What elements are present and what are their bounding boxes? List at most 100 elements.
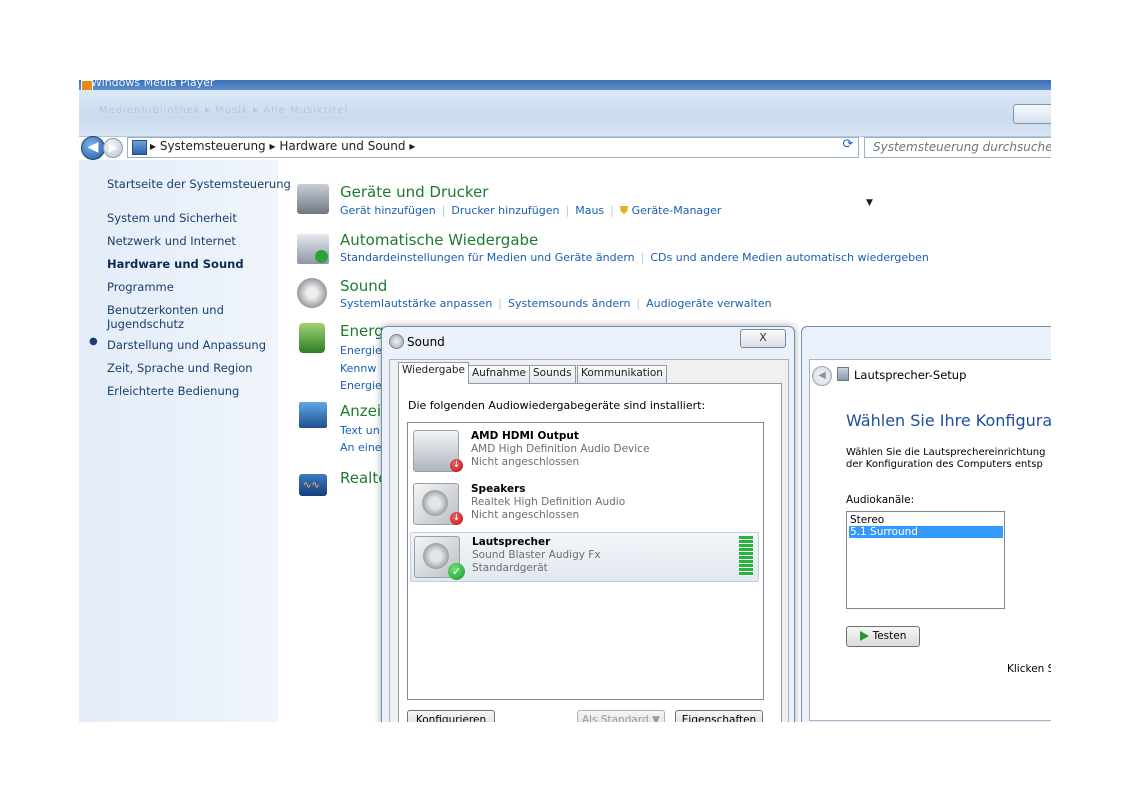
sidebar-item-accounts-2[interactable]: Jugendschutz (107, 317, 184, 331)
forward-button[interactable]: ▶ (103, 138, 123, 158)
sidebar-item-appearance[interactable]: Darstellung und Anpassung (107, 338, 266, 352)
blurred-nav: Medienbibliothek ▸ Musik ▸ Alle Musiktit… (99, 105, 349, 116)
panel-heading: Die folgenden Audiowiedergabegeräte sind… (408, 399, 706, 412)
test-button[interactable]: Testen (846, 626, 920, 647)
link-add-printer[interactable]: Drucker hinzufügen (451, 204, 559, 217)
link-mouse[interactable]: Maus (575, 204, 604, 217)
printer-icon (297, 184, 329, 214)
link-add-device[interactable]: Gerät hinzufügen (340, 204, 436, 217)
dialog-body: Wiedergabe Aufnahme Sounds Kommunikation… (389, 359, 789, 722)
volume-meter (739, 536, 753, 576)
back-button[interactable]: ◀ (81, 136, 105, 160)
speaker-setup-window: ◀ Lautsprecher-Setup Wählen Sie Ihre Kon… (801, 326, 1051, 722)
link-volume[interactable]: Systemlautstärke anpassen (340, 297, 492, 310)
dialog-title: Sound (407, 335, 445, 349)
tab-communication[interactable]: Kommunikation (577, 365, 667, 383)
link-energy-2[interactable]: Energie (340, 379, 382, 392)
link-connect[interactable]: An eine (340, 441, 382, 454)
category-devices-links: Gerät hinzufügen | Drucker hinzufügen | Maus… (340, 204, 722, 217)
link-energy-1[interactable]: Energie (340, 344, 382, 357)
instruction-text: Klicken S (1007, 663, 1051, 675)
device-desc: Sound Blaster Audigy Fx (472, 549, 601, 561)
category-autoplay-title[interactable]: Automatische Wiedergabe (340, 231, 538, 249)
device-list[interactable]: ↓ AMD HDMI Output AMD High Definition Au… (407, 422, 764, 700)
sidebar-item-region[interactable]: Zeit, Sprache und Region (107, 361, 253, 375)
search-input[interactable] (871, 139, 1051, 155)
speaker-icon: ✓ (414, 536, 465, 580)
control-panel-window: Windows Media Player Medienbibliothek ▸ … (79, 80, 1051, 722)
list-item[interactable]: ↓ Speakers Realtek High Definition Audio… (410, 480, 757, 528)
checkmark-icon: ✓ (448, 563, 465, 580)
tab-playback[interactable]: Wiedergabe (398, 362, 470, 384)
active-bullet-icon: ● (89, 336, 98, 347)
play-icon (859, 631, 869, 641)
setup-title: Lautsprecher-Setup (854, 368, 967, 382)
link-system-sounds[interactable]: Systemsounds ändern (508, 297, 630, 310)
device-desc: AMD High Definition Audio Device (471, 443, 650, 455)
device-status: Standardgerät (472, 562, 548, 574)
sidebar-item-system[interactable]: System und Sicherheit (107, 211, 237, 225)
speaker-icon: ↓ (413, 483, 463, 525)
sidebar-item-accessibility[interactable]: Erleichterte Bedienung (107, 384, 239, 398)
tab-recording[interactable]: Aufnahme (468, 365, 530, 383)
category-energy-title[interactable]: Energ (340, 322, 384, 340)
link-media-defaults[interactable]: Standardeinstellungen für Medien und Ger… (340, 251, 635, 264)
properties-button[interactable]: Eigenschaften (675, 710, 763, 722)
sidebar-item-programs[interactable]: Programme (107, 280, 174, 294)
refresh-icon[interactable]: ⟳ (839, 137, 857, 156)
category-display-title[interactable]: Anzei (340, 402, 381, 420)
sidebar-home-link[interactable]: Startseite der Systemsteuerung (107, 177, 291, 191)
device-name: AMD HDMI Output (471, 430, 579, 442)
wmp-titlebar: Windows Media Player (79, 80, 1051, 91)
setup-description: Wählen Sie die Lautsprechereinrichtung (846, 447, 1046, 458)
battery-icon (299, 323, 325, 353)
list-item-selected[interactable]: ✓ Lautsprecher Sound Blaster Audigy Fx S… (410, 532, 759, 582)
category-sound-title[interactable]: Sound (340, 277, 387, 295)
link-text[interactable]: Text un (340, 424, 380, 437)
link-cd-autoplay[interactable]: CDs und andere Medien automatisch wieder… (650, 251, 929, 264)
link-password[interactable]: Kennw (340, 362, 376, 375)
forward-arrow-icon: ▶ (108, 141, 118, 154)
channel-list[interactable]: Stereo 5.1 Surround (846, 511, 1005, 609)
sound-dialog: Sound X Wiedergabe Aufnahme Sounds Kommu… (381, 326, 795, 722)
address-bar[interactable]: ▸ Systemsteuerung ▸ Hardware und Sound ▸… (127, 137, 873, 208)
link-audio-devices[interactable]: Audiogeräte verwalten (646, 297, 772, 310)
autoplay-icon (297, 234, 329, 264)
channel-stereo[interactable]: Stereo (849, 514, 1003, 526)
close-button[interactable]: X (740, 329, 786, 348)
sidebar-item-accounts[interactable]: Benutzerkonten und (107, 303, 224, 317)
tab-sounds[interactable]: Sounds (529, 365, 576, 383)
device-status: Nicht angeschlossen (471, 456, 580, 468)
monitor-icon: ↓ (413, 430, 463, 472)
channel-51-surround[interactable]: 5.1 Surround (849, 526, 1003, 538)
sidebar-item-network[interactable]: Netzwerk und Internet (107, 234, 236, 248)
device-status: Nicht angeschlossen (471, 509, 580, 521)
sidebar-item-hardware[interactable]: Hardware und Sound (107, 257, 244, 271)
back-button[interactable]: ◀ (812, 366, 832, 386)
category-devices-title[interactable]: Geräte und Drucker (340, 183, 488, 201)
speaker-icon (389, 334, 404, 349)
search-box[interactable] (864, 137, 1051, 158)
set-default-button[interactable]: Als Standard ▼ (577, 710, 665, 722)
setup-icon (837, 367, 849, 381)
chevron-down-icon: ▼ (651, 714, 661, 722)
speaker-icon (297, 278, 327, 308)
setup-description-2: der Konfiguration des Computers entsp (846, 459, 1043, 470)
back-arrow-icon: ◀ (818, 370, 826, 381)
configure-button[interactable]: Konfigurieren (407, 710, 495, 722)
disconnected-icon: ↓ (450, 459, 463, 472)
window-controls[interactable] (1013, 104, 1051, 124)
channels-label: Audiokanäle: (846, 494, 915, 506)
setup-heading: Wählen Sie Ihre Konfiguratior (846, 411, 1051, 430)
breadcrumb[interactable]: ▸ Systemsteuerung ▸ Hardware und Sound ▸ (150, 139, 415, 153)
link-device-manager[interactable]: Geräte-Manager (632, 204, 722, 217)
category-sound-links: Systemlautstärke anpassen | Systemsounds ä… (340, 297, 772, 310)
shield-icon: ⛊ (619, 204, 629, 217)
window-glass: Medienbibliothek ▸ Musik ▸ Alle Musiktit… (79, 90, 1051, 137)
category-autoplay-links: Standardeinstellungen für Medien und Ger… (340, 251, 929, 264)
chevron-down-icon[interactable]: ▼ (866, 198, 873, 208)
playback-panel: Die folgenden Audiowiedergabegeräte sind… (398, 383, 782, 722)
list-item[interactable]: ↓ AMD HDMI Output AMD High Definition Au… (410, 427, 757, 475)
control-panel-icon (132, 140, 147, 155)
device-name: Lautsprecher (472, 536, 551, 548)
